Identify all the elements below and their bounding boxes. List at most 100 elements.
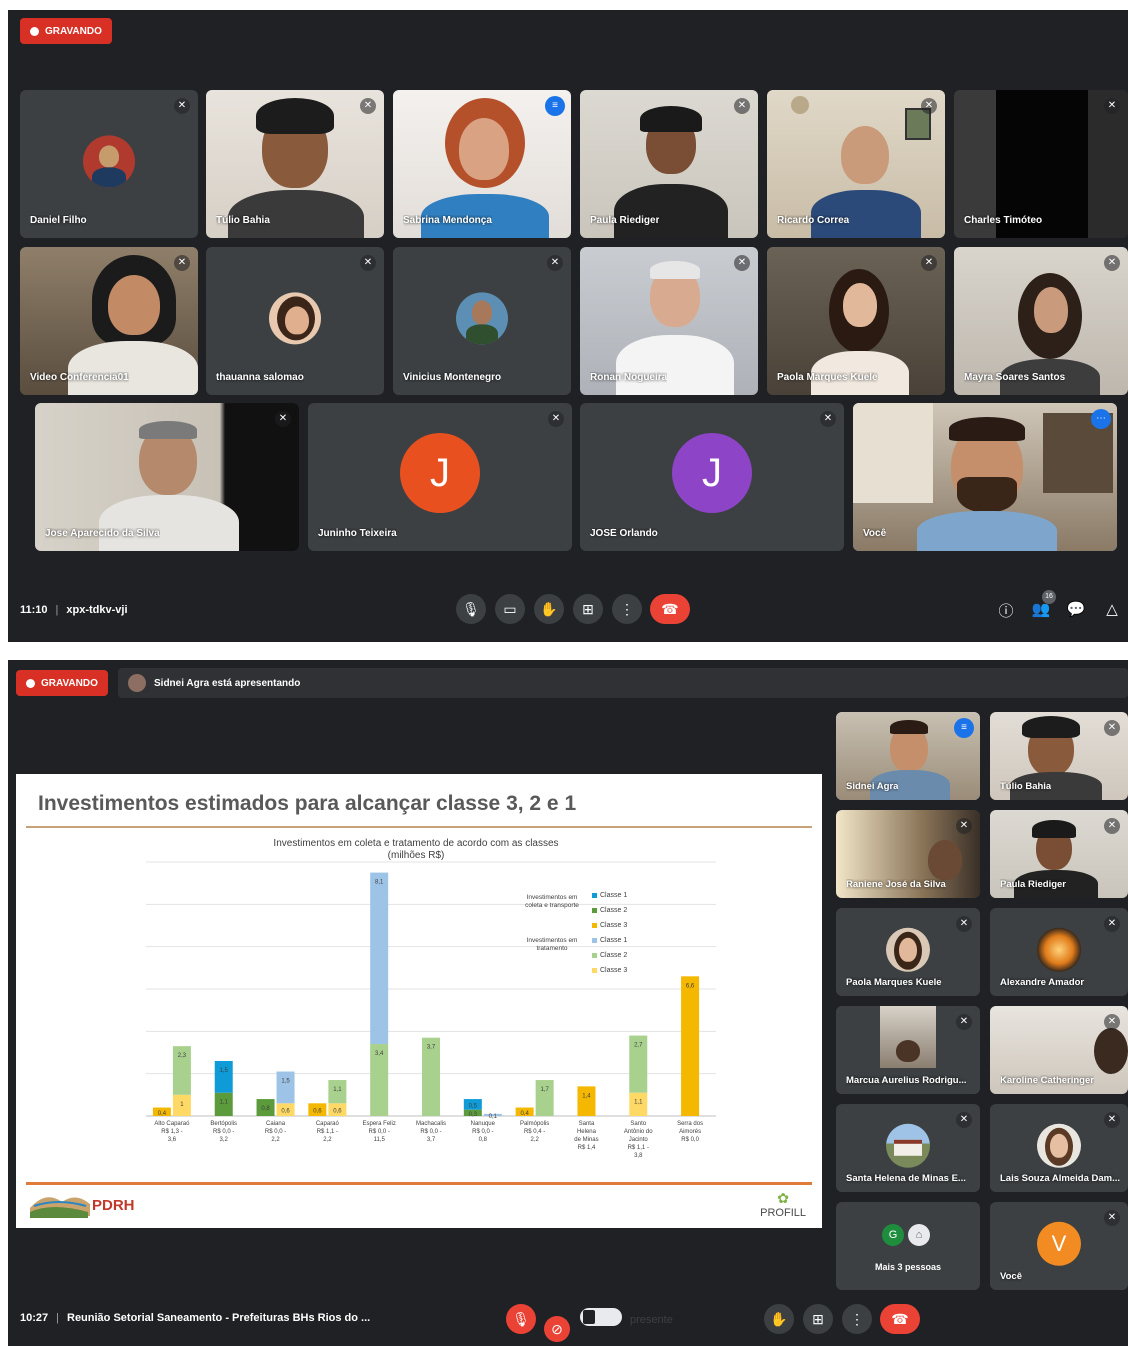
participant-name: Raniene José da Silva (846, 879, 946, 890)
participant-tile[interactable]: ✕ Santa Helena de Minas E... (836, 1104, 980, 1192)
data-label: 1,4 (582, 1093, 591, 1099)
more-options-button[interactable]: ⋮ (842, 1304, 872, 1334)
participant-name: Túlio Bahia (1000, 781, 1052, 792)
meeting-code: xpx-tdkv-vji (66, 604, 128, 616)
data-label: 0,4 (158, 1111, 167, 1117)
mic-off-icon: ✕ (734, 255, 750, 271)
participant-tile[interactable]: ✕ Paula Riediger (580, 90, 758, 238)
participant-tile[interactable]: ✕ Jose Aparecido da Silva (35, 403, 299, 551)
more-options-button[interactable]: ⋮ (612, 594, 642, 624)
mic-button[interactable]: 🎙 (456, 594, 486, 624)
profill-logo: ✿ PROFILL (760, 1190, 806, 1219)
participant-tile[interactable]: J ✕ Juninho Teixeira (308, 403, 572, 551)
participant-tile[interactable]: ≡ Sabrina Mendonça (393, 90, 571, 238)
participant-tile[interactable]: ✕ thauanna salomao (206, 247, 384, 395)
data-label: 2,3 (178, 1053, 187, 1059)
participant-tile[interactable]: ✕ Ricardo Correa (767, 90, 945, 238)
present-icon: ⊞ (582, 601, 594, 617)
info-icon[interactable]: ⓘ (995, 600, 1017, 621)
activities-icon[interactable]: △ (1101, 600, 1123, 618)
speaking-indicator-icon: ≡ (954, 718, 974, 738)
participant-tile[interactable]: ✕ Charles Timóteo (954, 90, 1128, 238)
participant-tile[interactable]: ✕ Paula Riediger (990, 810, 1128, 898)
participant-tile[interactable]: ✕ Daniel Filho (20, 90, 198, 238)
category-label: Antônio do (624, 1129, 653, 1135)
legend-item: Classe 3 (592, 967, 627, 974)
participant-name: Túlio Bahia (216, 215, 270, 226)
participant-tile[interactable]: ✕ Marcua Aurelius Rodrigu... (836, 1006, 980, 1094)
meeting-info: 11:10 | xpx-tdkv-vji (20, 604, 128, 616)
category-label: Caparaó (316, 1121, 340, 1127)
leave-call-button[interactable]: ☎ (650, 594, 690, 624)
video-feed (853, 403, 1117, 551)
participant-tile[interactable]: ✕ Paola Marques Kuele (836, 908, 980, 996)
present-button[interactable]: ⊞ (573, 594, 603, 624)
category-label: 11,5 (374, 1137, 386, 1143)
mic-button[interactable]: 🎙 (506, 1304, 536, 1334)
mic-off-icon: 🎙 (512, 1311, 530, 1327)
participant-tile[interactable]: ✕ Túlio Bahia (990, 712, 1128, 800)
bar-segment (577, 1086, 596, 1116)
pdrh-logo: PDRH (28, 1186, 146, 1220)
participant-tile[interactable]: ✕ Karoline Catheringer (990, 1006, 1128, 1094)
participant-tile[interactable]: ✕ Túlio Bahia (206, 90, 384, 238)
category-label: 2,2 (271, 1137, 280, 1143)
more-options-icon[interactable]: ⋯ (1091, 409, 1111, 429)
participant-tile[interactable]: ✕ Mayra Soares Santos (954, 247, 1128, 395)
recording-dot-icon (26, 678, 35, 688)
avatar (83, 135, 135, 188)
data-label: 0,4 (520, 1111, 529, 1117)
chat-icon[interactable]: 💬 (1065, 600, 1087, 618)
category-label: R$ 0,4 - (524, 1129, 545, 1135)
participant-tile[interactable]: ✕ Alexandre Amador (990, 908, 1128, 996)
avatar (886, 1123, 930, 1168)
more-participants-label: Mais 3 pessoas (874, 1262, 942, 1272)
presenting-text: Sidnei Agra está apresentando (154, 677, 301, 689)
mic-off-icon: ✕ (360, 255, 376, 271)
camera-icon: ▭ (503, 601, 517, 617)
hand-icon: ✋ (540, 601, 558, 617)
category-label: R$ 0,0 - (420, 1129, 441, 1135)
participant-name: Ricardo Correa (777, 215, 850, 226)
category-label: R$ 1,4 (578, 1145, 596, 1151)
data-label: 1,7 (540, 1087, 549, 1093)
more-participants-tile[interactable]: G ⌂ Mais 3 pessoas (836, 1202, 980, 1290)
mic-off-icon: ✕ (548, 411, 564, 427)
participant-tile[interactable]: ✕ Paola Marques Kuele (767, 247, 945, 395)
mic-off-icon: ✕ (1104, 720, 1120, 736)
avatar (269, 292, 321, 345)
participant-tile[interactable]: ✕ Vinicius Montenegro (393, 247, 571, 395)
participant-tile[interactable]: ✕ Video Conferencia01 (20, 247, 198, 395)
recording-label: GRAVANDO (41, 677, 98, 689)
more-vert-icon: ⋮ (620, 601, 634, 617)
participant-tile[interactable]: ✕ Lais Souza Almeida Dam... (990, 1104, 1128, 1192)
participant-tile[interactable]: J ✕ JOSÉ Orlando (580, 403, 844, 551)
bar-segment (276, 1071, 295, 1104)
participant-tile-self[interactable]: ⋯ Você (853, 403, 1117, 551)
category-label: R$ 1,1 - (628, 1145, 649, 1151)
data-label: 2,7 (634, 1043, 643, 1049)
hang-up-icon: ☎ (661, 601, 679, 617)
participant-tile[interactable]: ✕ Ronan Nogueira (580, 247, 758, 395)
mic-icon: 🎙 (462, 601, 480, 617)
participant-tile[interactable]: ✕ Raniene José da Silva (836, 810, 980, 898)
category-label: 0,8 (479, 1137, 488, 1143)
camera-button[interactable]: ⊘ (544, 1316, 570, 1342)
present-button[interactable]: ⊞ (803, 1304, 833, 1334)
leave-call-button[interactable]: ☎ (880, 1304, 920, 1334)
data-label: 6,6 (686, 983, 695, 989)
pdrh-logo-text: PDRH (92, 1197, 135, 1214)
raise-hand-button[interactable]: ✋ (764, 1304, 794, 1334)
bar-chart: 0,412,3Alto CaparaóR$ 1,3 -3,61,11,5Bert… (146, 861, 716, 1159)
category-label: R$ 0,0 (681, 1137, 699, 1143)
meeting-info: 10:27 | Reunião Setorial Saneamento - Pref… (20, 1312, 371, 1324)
mic-off-icon: ✕ (956, 916, 972, 932)
presence-toggle[interactable] (580, 1308, 622, 1326)
participant-tile[interactable]: ≡ Sidnei Agra (836, 712, 980, 800)
camera-button[interactable]: ▭ (495, 594, 525, 624)
participant-tile-self[interactable]: V ✕ Você (990, 1202, 1128, 1290)
raise-hand-button[interactable]: ✋ (534, 594, 564, 624)
category-label: R$ 0,0 - (369, 1129, 390, 1135)
present-icon: ⊞ (812, 1311, 824, 1327)
data-label: 0,6 (313, 1109, 322, 1115)
